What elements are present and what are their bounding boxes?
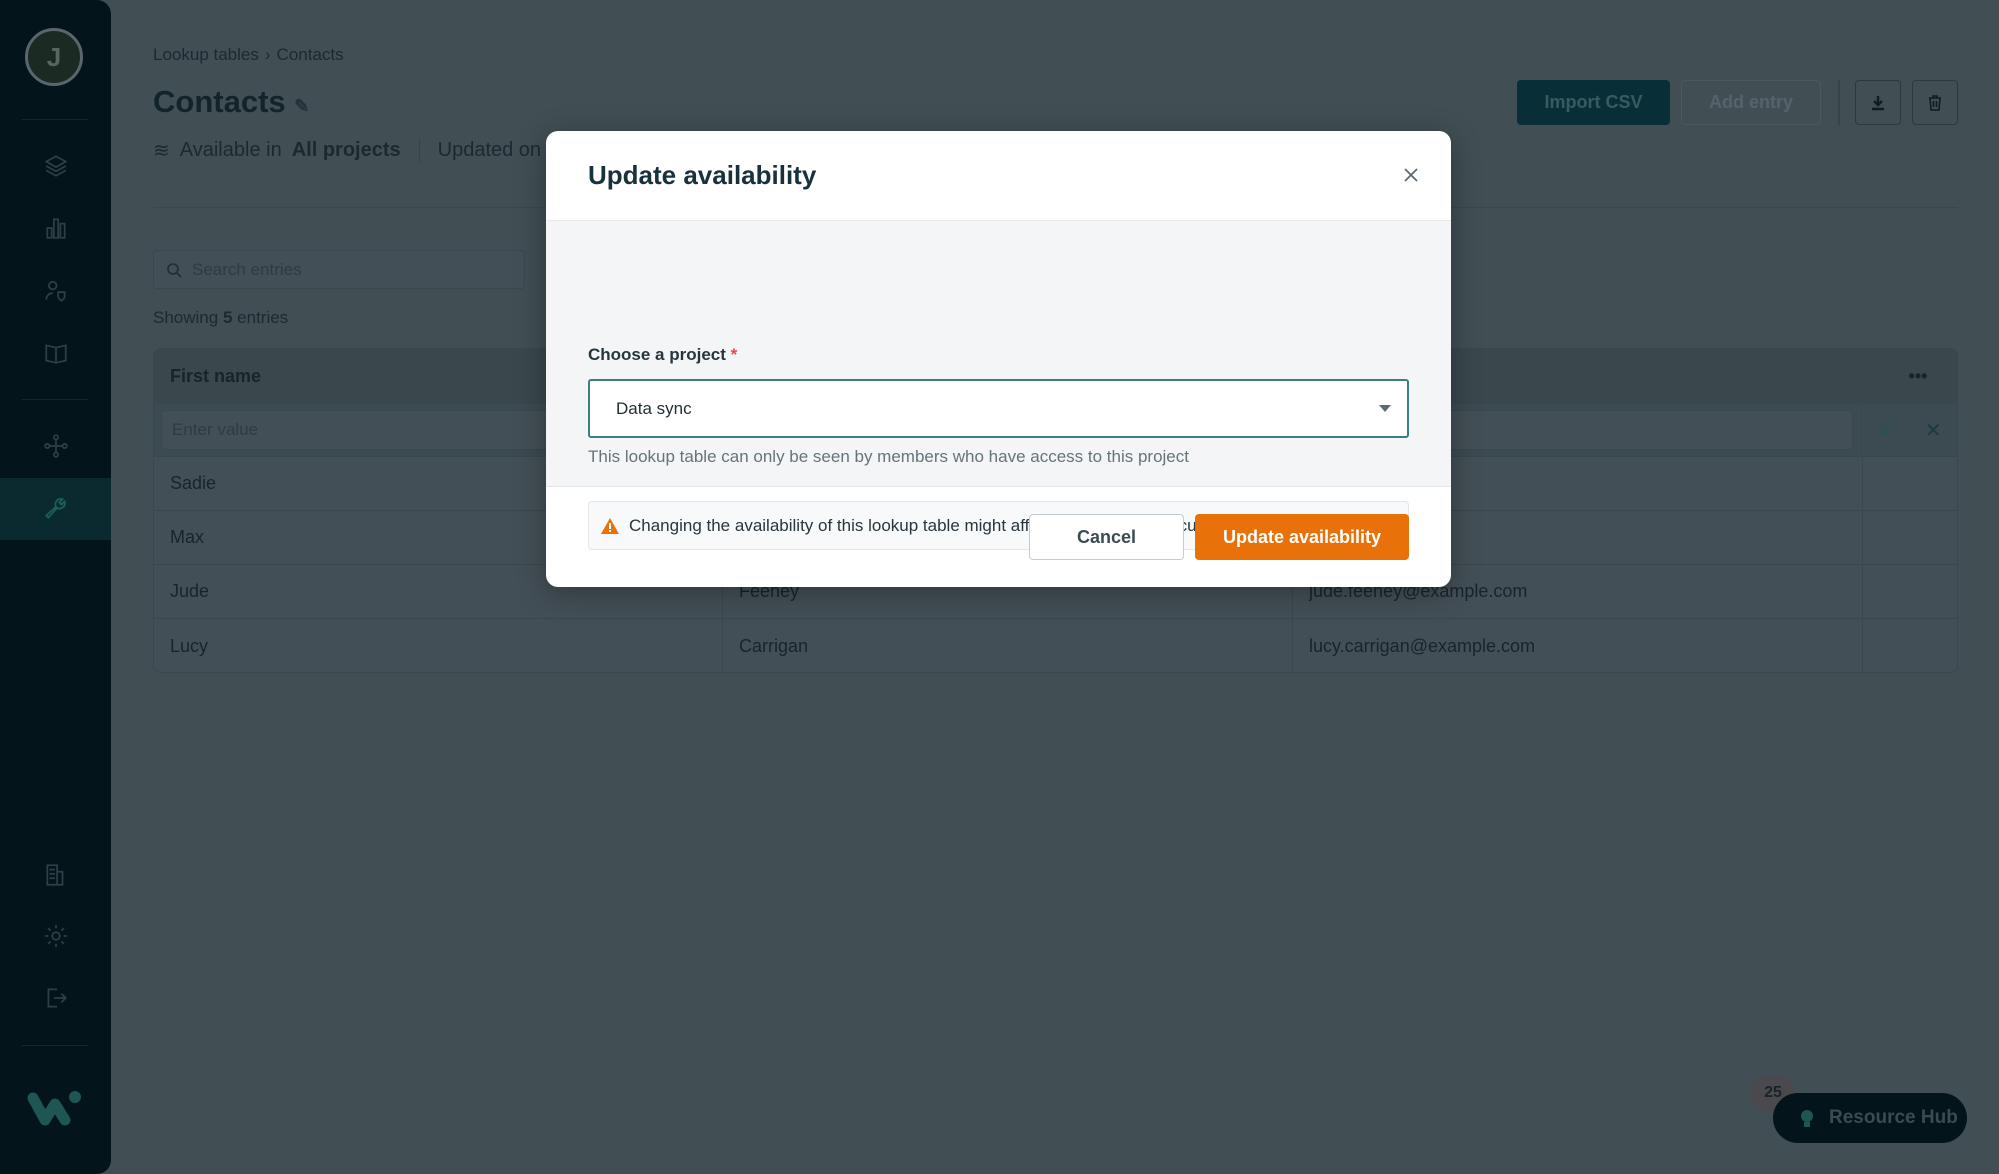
available-label: Available in [179,139,282,161]
breadcrumb: Lookup tables › Contacts [153,45,350,65]
divider [418,138,420,163]
divider [22,399,88,400]
page-title: Contacts ✎ [153,84,310,119]
building-icon[interactable] [0,844,111,906]
gear-icon[interactable] [0,905,111,967]
resource-hub-label: Resource Hub [1829,1107,1958,1128]
breadcrumb-current: Contacts [276,45,344,64]
modal-body: Choose a project * Data sync This lookup… [546,221,1451,550]
search-icon [167,262,182,278]
resource-hub-button[interactable]: Resource Hub [1773,1093,1967,1143]
divider [22,1045,88,1046]
available-value[interactable]: All projects [292,139,401,162]
entries-count: Showing 5 entries [153,308,289,327]
check-icon[interactable]: ✓ [1877,418,1894,443]
lightbulb-icon [1801,1110,1813,1127]
cancel-button[interactable]: Cancel [1029,514,1184,560]
download-button[interactable] [1855,80,1901,125]
cell-email: lucy.carrigan@example.com [1293,619,1863,672]
project-select-value: Data sync [616,398,692,418]
breadcrumb-parent[interactable]: Lookup tables [153,45,259,64]
row-actions[interactable] [1863,619,1957,672]
row-actions[interactable] [1863,457,1957,510]
delete-button[interactable] [1912,80,1958,125]
logout-icon[interactable] [0,967,111,1029]
workato-logo[interactable] [27,1088,83,1128]
divider [1838,80,1840,125]
trash-icon [1929,94,1941,111]
more-options-icon[interactable]: ••• [1863,349,1957,403]
chevron-down-icon [1379,405,1391,412]
layers-icon[interactable] [0,135,111,197]
close-icon[interactable]: ✕ [1925,418,1942,443]
close-icon[interactable] [1399,163,1423,187]
project-label: Choose a project * [588,345,738,364]
download-icon [1872,95,1884,110]
modal-title: Update availability [588,160,817,190]
divider [22,119,88,120]
search-input[interactable]: Search entries [153,250,525,289]
update-availability-button[interactable]: Update availability [1195,514,1409,560]
edit-icon[interactable]: ✎ [294,96,309,116]
chevron-right-icon: › [264,45,271,64]
row-actions[interactable] [1863,565,1957,618]
book-icon[interactable] [0,322,111,384]
add-entry-button[interactable]: Add entry [1681,80,1821,125]
sidebar: J [0,0,111,1174]
import-csv-button[interactable]: Import CSV [1517,80,1670,125]
cell-first-name: Lucy [154,619,723,672]
table-row[interactable]: Lucy Carrigan lucy.carrigan@example.com [154,619,1957,672]
project-select[interactable]: Data sync [588,379,1409,438]
update-availability-modal: Update availability Choose a project * D… [546,131,1451,587]
flow-icon[interactable] [0,415,111,477]
updated-label: Updated on [437,139,542,161]
bar-chart-icon[interactable] [0,197,111,259]
modal-header: Update availability [546,131,1451,221]
availability-meta: ≋ Available in All projects Updated on 0… [153,138,569,163]
user-shield-icon[interactable] [0,260,111,322]
wrench-icon[interactable] [0,478,111,540]
cell-last-name: Carrigan [723,619,1293,672]
search-placeholder: Search entries [192,259,302,279]
layers-icon: ≋ [153,140,170,162]
project-helper-text: This lookup table can only be seen by me… [588,447,1189,466]
modal-footer: Cancel Update availability [546,487,1451,587]
row-actions[interactable] [1863,511,1957,564]
avatar[interactable]: J [25,28,83,86]
